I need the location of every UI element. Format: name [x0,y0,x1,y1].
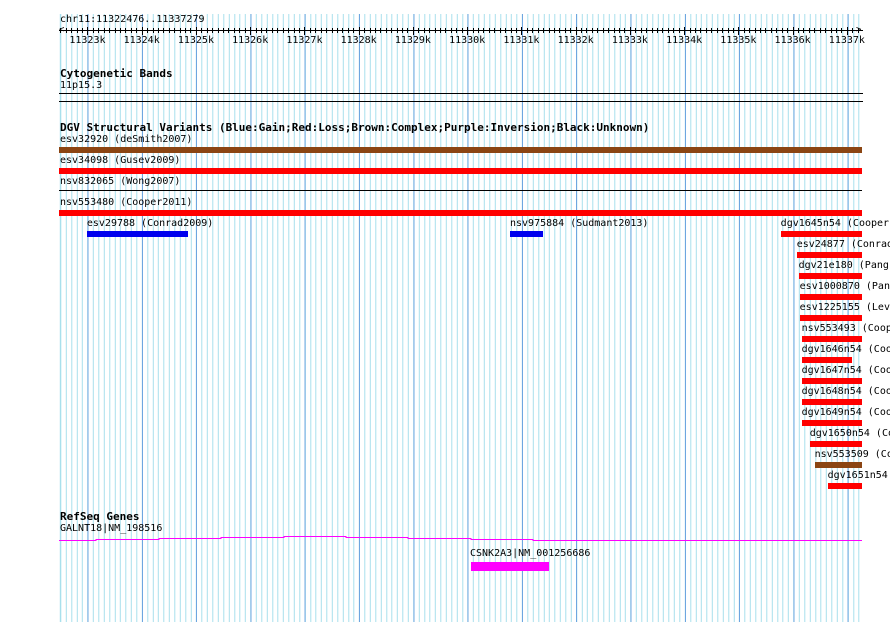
gene-csnk2a3[interactable] [470,562,549,571]
gene-galnt18[interactable] [0,0,890,622]
gene-galnt18-line [59,536,862,541]
gene-label: CSNK2A3|NM_001256686 [470,548,591,559]
